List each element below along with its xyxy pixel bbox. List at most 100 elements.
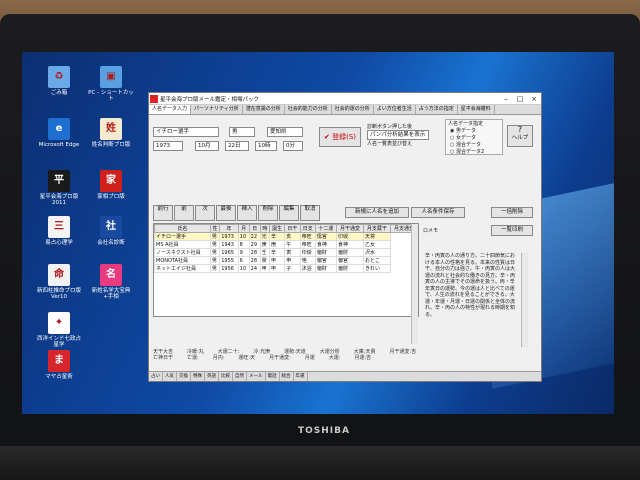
column-header[interactable]: 月 [237, 224, 250, 233]
bottom-tab-9[interactable]: 総合 [280, 372, 294, 381]
print-all-button[interactable]: 一覧印刷 [491, 225, 533, 236]
table-scrollbar[interactable] [411, 224, 418, 344]
register-button[interactable]: ✔ 登録(S) [319, 127, 361, 147]
column-header[interactable]: 性 [209, 224, 221, 233]
bottom-tab-4[interactable]: 英語 [205, 372, 219, 381]
new-person-button[interactable]: 新規に人名を追加 [345, 207, 409, 218]
desktop-icon-7[interactable]: 社会社名診断 [88, 216, 134, 246]
maximize-icon[interactable]: □ [513, 94, 527, 104]
bottom-tab-8[interactable]: 電話 [266, 372, 280, 381]
table-row[interactable]: MS A社員男 1943 8 29 庚庚午帝旺 食神 食神 乙女 [154, 240, 418, 249]
display-select[interactable]: パンパ分析結果を表示 [367, 130, 429, 140]
save-condition-button[interactable]: 人名条件保存 [411, 207, 465, 218]
desktop-icon-1[interactable]: ▣ PC - ショートカット [88, 66, 134, 102]
radio-label: 混合データ2 [455, 149, 485, 155]
clear-all-button[interactable]: 一括削除 [491, 207, 533, 218]
table-cell: イチロー選手 [154, 232, 211, 241]
desktop-icon-5[interactable]: 家家相プロ版 [88, 170, 134, 200]
table-row[interactable]: MONOTA社員男 1955 6 28 癸甲申絶偏官 偏官 おとこ [154, 256, 418, 265]
pref-select[interactable]: 愛知県 [267, 127, 303, 137]
tab-7[interactable]: 星平会海雑料 [458, 105, 495, 114]
table-row[interactable]: イチロー選手男 1973 10 22 光辛亥帝旺 傷官 印綬 天将 [154, 232, 418, 241]
nav-button-7[interactable]: 取消 [300, 205, 320, 221]
tab-6[interactable]: 占う方法の指定 [416, 105, 458, 114]
table-cell: 亥 [284, 232, 301, 241]
desktop-icon-label: マヤ占星術 [45, 374, 73, 380]
nav-button-0[interactable]: 前行 [153, 205, 173, 221]
bottom-tab-5[interactable]: 比較 [219, 372, 233, 381]
nav-button-4[interactable]: 挿入 [237, 205, 257, 221]
help-button[interactable]: ? ヘルプ [507, 125, 533, 147]
column-header[interactable]: 日支 [299, 224, 316, 233]
desktop-screen: ♻ ごみ箱 ▣ PC - ショートカット e Microsoft Edge 姓姓名判断プロ版… [22, 52, 614, 414]
bottom-tab-0[interactable]: 占い [149, 372, 163, 381]
table-row[interactable]: ノースネクスト社員男 1965 9 28 壬辛寅印綬 偏財 偏財 沢水 [154, 248, 418, 257]
table-cell: 寅 [284, 248, 301, 257]
tab-4[interactable]: 社会的運の分析 [332, 105, 374, 114]
bottom-tab-3[interactable]: 特殊 [191, 372, 205, 381]
desktop-icon-6[interactable]: 三易占心理学 [36, 216, 82, 246]
desktop-icon-2[interactable]: e Microsoft Edge [36, 118, 82, 148]
table-cell: 食神 [335, 240, 364, 249]
tab-3[interactable]: 社会的能力の分析 [285, 105, 332, 114]
minimize-icon[interactable]: – [499, 94, 513, 104]
table-cell: 偏財 [335, 264, 364, 273]
table-cell: 光 [259, 232, 271, 241]
column-header[interactable]: 時 [259, 224, 271, 233]
data-radio-3[interactable]: ○ 混合データ2 [446, 148, 502, 155]
column-header[interactable]: 月干通変 [335, 224, 364, 233]
sex-select[interactable]: 男 [229, 127, 255, 137]
tab-2[interactable]: 潜在意識の分析 [243, 105, 285, 114]
minute-select[interactable]: 0分 [283, 141, 303, 151]
desktop-icon-11[interactable]: まマヤ占星術 [36, 350, 82, 380]
status-item: 月内: [212, 355, 225, 361]
desktop-icon-label: 姓名判断プロ版 [91, 142, 131, 148]
bottom-tab-6[interactable]: 自然 [233, 372, 247, 381]
table-cell: 偏官 [335, 256, 364, 265]
table-row[interactable]: ネットエイジ社員男 1956 10 24 甲甲子沐浴 偏財 偏財 きれい [154, 264, 418, 273]
display-label: 診断ボタン押した後 [367, 124, 413, 130]
tab-1[interactable]: パーソナリティ分析 [191, 105, 243, 114]
nav-button-2[interactable]: 次 [195, 205, 215, 221]
desktop-icon-8[interactable]: 命新四柱推命プロ版 Ver10 [36, 264, 82, 300]
bottom-tab-7[interactable]: メール [247, 372, 266, 381]
bottom-tab-1[interactable]: 人気 [163, 372, 177, 381]
column-header[interactable]: 年 [219, 224, 239, 233]
year-input[interactable]: 1973 [153, 141, 183, 151]
bottom-tab-2[interactable]: 交換 [177, 372, 191, 381]
column-header[interactable]: 十二運 [314, 224, 337, 233]
nav-button-6[interactable]: 編集 [279, 205, 299, 221]
desktop-icon-0[interactable]: ♻ ごみ箱 [36, 66, 82, 96]
status-item: 亡神日干 [153, 355, 174, 361]
desktop-icon-3[interactable]: 姓姓名判断プロ版 [88, 118, 134, 148]
column-header[interactable]: 誕生 [269, 224, 286, 233]
column-header[interactable]: 日 [248, 224, 261, 233]
nav-button-5[interactable]: 削除 [258, 205, 278, 221]
day-select[interactable]: 22日 [225, 141, 249, 151]
data-radio-1[interactable]: ○ 女データ [446, 134, 502, 141]
app-icon [150, 94, 158, 103]
table-cell: 1973 [219, 232, 239, 241]
month-select[interactable]: 10月 [195, 141, 219, 151]
desktop-icon-10[interactable]: ✦ 西洋インド七政占星学 [36, 312, 82, 348]
table-cell: 22 [248, 232, 261, 241]
desktop-icon-9[interactable]: 名新姓名学大宝典+手相 [88, 264, 134, 300]
status-item: 亡運: [187, 355, 199, 361]
nav-button-3[interactable]: 最後 [216, 205, 236, 221]
result-scrollbar[interactable] [521, 253, 528, 347]
bottom-tab-10[interactable]: 年運 [294, 372, 308, 381]
name-input[interactable]: イチロー選手 [153, 127, 219, 137]
nav-button-1[interactable]: 前 [174, 205, 194, 221]
column-header[interactable]: 日干 [284, 224, 301, 233]
table-cell: 1943 [219, 240, 239, 249]
data-radio-0[interactable]: ◉ 男データ [446, 127, 502, 134]
hour-select[interactable]: 10時 [255, 141, 277, 151]
desktop-icon-4[interactable]: 平星平会海プロ版 2011 [36, 170, 82, 206]
column-header[interactable]: 月支蔵干 [362, 224, 391, 233]
tab-5[interactable]: よい方位者生活 [374, 105, 416, 114]
close-icon[interactable]: × [527, 94, 541, 104]
table-cell: MS A社員 [154, 240, 211, 249]
tab-0[interactable]: 人名データ入力 [149, 105, 192, 114]
column-header[interactable]: 氏名 [154, 224, 211, 233]
data-radio-2[interactable]: ○ 混合データ [446, 141, 502, 148]
